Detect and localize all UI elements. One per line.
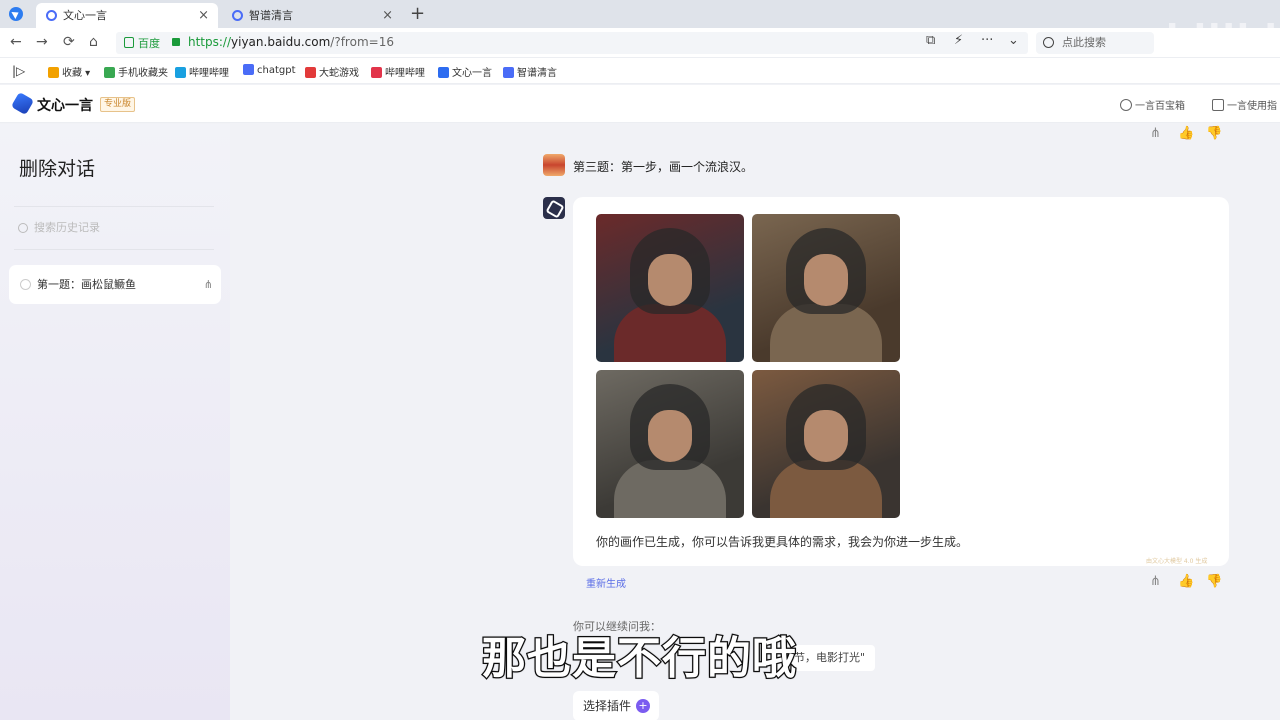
share-icon[interactable]: ⋔ xyxy=(1150,126,1161,141)
tab-close-icon[interactable]: × xyxy=(198,3,209,28)
plus-icon: + xyxy=(636,699,650,713)
thumbs-up-icon[interactable]: 👍 xyxy=(1178,574,1194,589)
reload-icon[interactable]: ⟳ xyxy=(63,34,75,50)
figure-face xyxy=(648,410,692,462)
figure-face xyxy=(804,410,848,462)
more-icon[interactable]: ··· xyxy=(981,33,993,48)
thumbs-down-icon[interactable]: 👎 xyxy=(1206,574,1222,589)
wenxin-tab-icon xyxy=(46,10,57,21)
lock-icon xyxy=(172,38,180,46)
app-title[interactable]: 文心一言 xyxy=(37,95,93,115)
thumbs-up-icon[interactable]: 👍 xyxy=(1178,126,1194,141)
regenerate-button[interactable]: 重新生成 xyxy=(586,575,626,590)
chat-bubble-icon xyxy=(20,279,31,290)
search-placeholder: 点此搜索 xyxy=(1062,36,1106,49)
download-icon xyxy=(371,67,382,78)
browser-tab-bar: 文心一言 × 智谱清言 × + xyxy=(0,0,1280,28)
user-avatar xyxy=(543,154,565,176)
address-bar[interactable]: 百度 https://yiyan.baidu.com/?from=16 xyxy=(116,32,1028,54)
star-icon xyxy=(48,67,59,78)
figure-face xyxy=(648,254,692,306)
share-icon[interactable]: ⋔ xyxy=(204,265,213,304)
conversation-sidebar: 删除对话 搜索历史记录 第一题：画松鼠鳜鱼 ⋔ xyxy=(0,124,230,720)
browser-logo-icon xyxy=(9,7,23,21)
bookmarks-bar: |▷ 收藏 ▾ 手机收藏夹 哔哩哔哩 chatgpt 大蛇游戏 哔哩哔哩 文心一… xyxy=(0,58,1280,84)
guide-link[interactable]: 一言使用指 xyxy=(1212,97,1277,112)
generated-image[interactable] xyxy=(752,214,900,362)
screenshot-icon[interactable]: ⧉ xyxy=(926,33,935,48)
delete-conversation-title[interactable]: 删除对话 xyxy=(19,154,95,181)
new-tab-button[interactable]: + xyxy=(410,3,425,24)
select-plugin-button[interactable]: 选择插件 + xyxy=(573,691,659,720)
wenxin-icon xyxy=(438,67,449,78)
search-icon xyxy=(1043,37,1054,48)
forward-icon[interactable]: → xyxy=(36,34,48,50)
generated-image[interactable] xyxy=(752,370,900,518)
game-icon xyxy=(305,67,316,78)
bookmark-item[interactable]: 文心一言 xyxy=(438,64,492,79)
bookmark-item[interactable]: 哔哩哔哩 xyxy=(175,64,229,79)
generated-image[interactable] xyxy=(596,370,744,518)
user-message: 第三题：第一步，画一个流浪汉。 xyxy=(573,160,754,174)
site-icon xyxy=(124,37,134,48)
sidebar-toggle-icon[interactable]: |▷ xyxy=(12,64,25,78)
chevron-down-icon[interactable]: ⌄ xyxy=(1008,33,1019,48)
location-icon xyxy=(1120,99,1132,111)
tab-zhipu[interactable]: 智谱清言 × xyxy=(222,3,402,28)
phone-icon xyxy=(104,67,115,78)
book-icon xyxy=(1212,99,1224,111)
bot-message-text: 你的画作已生成，你可以告诉我更具体的需求，我会为你进一步生成。 xyxy=(596,535,969,549)
home-icon[interactable]: ⌂ xyxy=(89,34,98,50)
browser-search-box[interactable]: 点此搜索 xyxy=(1036,32,1154,54)
bookmark-item[interactable]: 哔哩哔哩 xyxy=(371,64,425,79)
bot-avatar xyxy=(543,197,565,219)
bookmark-item[interactable]: 手机收藏夹 xyxy=(104,64,168,79)
conversation-label: 第一题：画松鼠鳜鱼 xyxy=(37,278,136,291)
doc-icon xyxy=(243,64,254,75)
conversation-item[interactable]: 第一题：画松鼠鳜鱼 ⋔ xyxy=(9,265,221,304)
url-text[interactable]: https://yiyan.baidu.com/?from=16 xyxy=(188,35,394,49)
zhipu-tab-icon xyxy=(232,10,243,21)
bookmark-item[interactable]: 智谱清言 xyxy=(503,64,557,79)
tab-close-icon[interactable]: × xyxy=(382,3,393,28)
history-search-input[interactable]: 搜索历史记录 xyxy=(14,206,214,250)
bookmark-item[interactable]: 收藏 ▾ xyxy=(48,64,90,79)
pro-badge: 专业版 xyxy=(100,97,136,112)
toolbox-link[interactable]: 一言百宝箱 xyxy=(1120,97,1185,112)
video-subtitle: 那也是不行的哦 xyxy=(481,632,798,686)
bookmark-item[interactable]: 大蛇游戏 xyxy=(305,64,359,79)
search-icon xyxy=(18,223,28,233)
bookmark-item[interactable]: chatgpt xyxy=(243,64,296,76)
tab-label: 智谱清言 xyxy=(249,9,293,22)
secure-site-label: 百度 xyxy=(124,35,160,51)
back-icon[interactable]: ← xyxy=(10,34,22,50)
tab-label: 文心一言 xyxy=(63,9,107,22)
app-header: 文心一言 专业版 一言百宝箱 一言使用指 xyxy=(0,85,1280,123)
thumbs-down-icon[interactable]: 👎 xyxy=(1206,126,1222,141)
tab-wenxin[interactable]: 文心一言 × xyxy=(36,3,218,28)
bolt-icon[interactable]: ⚡ xyxy=(954,33,963,48)
plugin-button-label: 选择插件 xyxy=(583,699,632,713)
wenxin-logo-icon xyxy=(10,91,35,116)
zhipu-icon xyxy=(503,67,514,78)
search-placeholder: 搜索历史记录 xyxy=(34,221,100,234)
generated-image[interactable] xyxy=(596,214,744,362)
bilibili-icon xyxy=(175,67,186,78)
figure-face xyxy=(804,254,848,306)
model-watermark: 由文心大模型 4.0 生成 xyxy=(1146,558,1208,565)
share-icon[interactable]: ⋔ xyxy=(1150,574,1161,589)
bilibili-watermark: bilibili xyxy=(1166,18,1280,59)
